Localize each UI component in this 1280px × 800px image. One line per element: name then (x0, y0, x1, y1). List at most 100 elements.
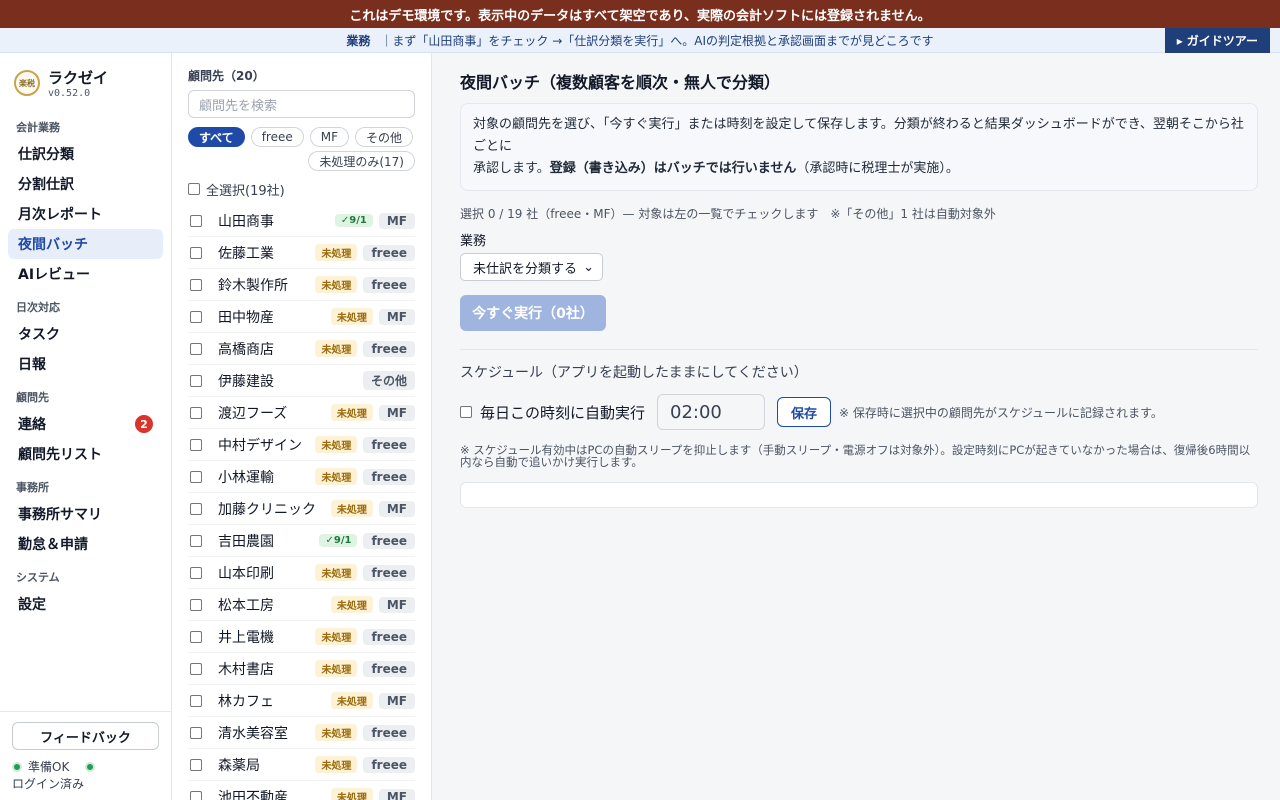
run-now-button[interactable]: 今すぐ実行（0社） (460, 295, 606, 331)
sidebar-item-label: 分割仕訳 (18, 177, 74, 193)
client-checkbox[interactable] (190, 278, 202, 291)
filter-chip[interactable]: すべて (188, 127, 245, 147)
schedule-row: 毎日この時刻に自動実行 02:00 保存 ※ 保存時に選択中の顧問先がスケジュー… (460, 394, 1258, 430)
select-all-checkbox[interactable] (188, 183, 200, 195)
system-tag: freee (363, 276, 415, 293)
system-tag: MF (378, 596, 415, 613)
system-tag: MF (378, 692, 415, 709)
feedback-button[interactable]: フィードバック (12, 722, 159, 750)
client-row[interactable]: 山本印刷 未処理 freee (188, 557, 415, 589)
sidebar-item[interactable]: 日報 (8, 349, 163, 379)
status-tag: 未処理 (315, 436, 358, 453)
schedule-checkbox[interactable] (460, 406, 472, 418)
sidebar-item[interactable]: 仕訳分類 (8, 139, 163, 169)
client-checkbox[interactable] (190, 374, 202, 387)
sidebar-item[interactable]: 顧問先リスト (8, 439, 163, 469)
sidebar-item[interactable]: タスク (8, 319, 163, 349)
client-checkbox[interactable] (190, 246, 202, 259)
client-name: 林カフェ (218, 693, 274, 710)
sidebar-item[interactable]: 設定 (8, 589, 163, 619)
client-checkbox[interactable] (190, 502, 202, 515)
filter-chip[interactable]: MF (309, 127, 349, 147)
client-row[interactable]: 吉田農園 ✓9/1 freee (188, 525, 415, 557)
sidebar-item[interactable]: AIレビュー (8, 259, 163, 289)
client-row[interactable]: 松本工房 未処理 MF (188, 589, 415, 621)
client-row[interactable]: 渡辺フーズ 未処理 MF (188, 397, 415, 429)
client-row[interactable]: 林カフェ 未処理 MF (188, 685, 415, 717)
client-name: 森薬局 (218, 757, 260, 774)
sidebar-item-label: 夜間バッチ (18, 237, 88, 253)
unprocessed-filter-chip[interactable]: 未処理のみ(17) (308, 151, 415, 171)
client-checkbox[interactable] (190, 790, 202, 800)
client-row[interactable]: 井上電機 未処理 freee (188, 621, 415, 653)
client-checkbox[interactable] (190, 534, 202, 547)
system-tag: freee (363, 532, 415, 549)
system-tag: freee (363, 628, 415, 645)
guide-text: ｜まず「山田商事」をチェック →「仕訳分類を実行」へ。AIの判定根拠と承認画面ま… (380, 33, 934, 48)
status-tag: 未処理 (315, 244, 358, 261)
brand: 楽税 ラクゼイ v0.52.0 (0, 53, 171, 109)
select-all[interactable]: 全選択(19社) (188, 179, 415, 199)
client-checkbox[interactable] (190, 470, 202, 483)
client-checkbox[interactable] (190, 598, 202, 611)
client-checkbox[interactable] (190, 630, 202, 643)
sidebar-item[interactable]: 勤怠＆申請 (8, 529, 163, 559)
sidebar-item-label: 仕訳分類 (18, 147, 74, 163)
client-checkbox[interactable] (190, 406, 202, 419)
status-tag: 未処理 (315, 276, 358, 293)
client-row[interactable]: 田中物産 未処理 MF (188, 301, 415, 333)
client-row[interactable]: 加藤クリニック 未処理 MF (188, 493, 415, 525)
status-tag: ✓9/1 (319, 534, 358, 547)
client-row[interactable]: 佐藤工業 未処理 freee (188, 237, 415, 269)
status-text: 準備OK (28, 760, 70, 774)
client-checkbox[interactable] (190, 694, 202, 707)
selection-summary: 選択 0 / 19 社（freee・MF）— 対象は左の一覧でチェックします ※… (460, 207, 996, 221)
system-tag: MF (378, 212, 415, 229)
status-tag: ✓9/1 (334, 214, 373, 227)
client-search-input[interactable]: 顧問先を検索 (188, 90, 415, 118)
sidebar-item-label: 顧問先リスト (18, 447, 102, 463)
login-status: ログイン済み (12, 777, 85, 791)
guide-tour-button[interactable]: ▸ ガイドツアー (1164, 28, 1270, 53)
filter-chip[interactable]: freee (250, 127, 304, 147)
status-tag: 未処理 (315, 756, 358, 773)
client-row[interactable]: 木村書店 未処理 freee (188, 653, 415, 685)
client-checkbox[interactable] (190, 662, 202, 675)
sidebar-item[interactable]: 連絡 2 (8, 409, 163, 439)
client-list: 山田商事 ✓9/1 MF 佐藤工業 未処理 freee 鈴木製作所 未処理 freee 田中物産未… (188, 205, 415, 800)
client-row[interactable]: 小林運輸 未処理 freee (188, 461, 415, 493)
client-checkbox[interactable] (190, 342, 202, 355)
sidebar-item[interactable]: 分割仕訳 (8, 169, 163, 199)
client-row[interactable]: 森薬局 未処理 freee (188, 749, 415, 781)
client-row[interactable]: 清水美容室 未処理 freee (188, 717, 415, 749)
client-row[interactable]: 鈴木製作所 未処理 freee (188, 269, 415, 301)
nav-section-title: システム (16, 571, 60, 584)
client-checkbox[interactable] (190, 758, 202, 771)
notification-badge: 2 (135, 415, 153, 433)
client-row[interactable]: 山田商事 ✓9/1 MF (188, 205, 415, 237)
system-tag: MF (378, 308, 415, 325)
system-tag: freee (363, 756, 415, 773)
client-checkbox[interactable] (190, 726, 202, 739)
schedule-time-input[interactable]: 02:00 (657, 394, 766, 430)
task-select[interactable]: 未仕訳を分類する ⌄ (460, 253, 603, 281)
client-checkbox[interactable] (190, 214, 202, 227)
system-tag: freee (363, 724, 415, 741)
client-checkbox[interactable] (190, 438, 202, 451)
client-row[interactable]: 中村デザイン 未処理 freee (188, 429, 415, 461)
status-tag: 未処理 (315, 340, 358, 357)
client-checkbox[interactable] (190, 310, 202, 323)
sidebar-item[interactable]: 夜間バッチ (8, 229, 163, 259)
client-row[interactable]: 池田不動産 未処理 MF (188, 781, 415, 800)
client-checkbox[interactable] (190, 566, 202, 579)
filter-chip[interactable]: その他 (355, 127, 414, 147)
client-row[interactable]: 高橋商店 未処理 freee (188, 333, 415, 365)
system-tag: MF (378, 404, 415, 421)
system-tag: その他 (362, 371, 415, 390)
client-row[interactable]: 伊藤建設 その他 (188, 365, 415, 397)
sidebar-item[interactable]: 事務所サマリ (8, 499, 163, 529)
filter-chips: すべて freee MF その他 (188, 127, 415, 147)
client-name: 佐藤工業 (218, 245, 274, 262)
save-button[interactable]: 保存 (777, 397, 832, 427)
sidebar-item[interactable]: 月次レポート (8, 199, 163, 229)
